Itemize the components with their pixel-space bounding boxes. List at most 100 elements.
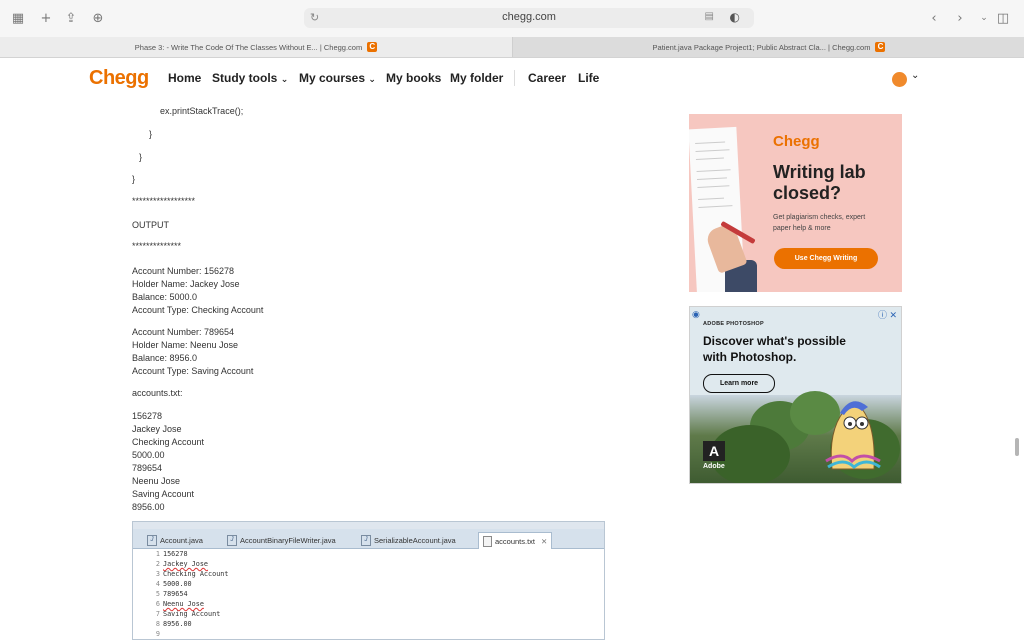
line-number: 3 <box>155 570 160 578</box>
chevron-down-icon[interactable]: ⌄ <box>976 10 992 26</box>
line-text: Saving Account <box>163 610 221 618</box>
nav-my-books[interactable]: My books <box>386 71 441 85</box>
line-text: 156278 <box>163 550 188 558</box>
file-line: 156278 <box>132 411 163 421</box>
nav-label: My courses <box>299 71 366 85</box>
ad-subtext: Get plagiarism checks, expert paper help… <box>773 214 866 232</box>
browser-tab-1[interactable]: Phase 3: - Write The Code Of The Classes… <box>0 37 512 57</box>
sidebar-icon[interactable]: ◫ <box>995 10 1011 26</box>
chegg-logo[interactable]: Chegg <box>89 67 149 90</box>
editor-tab[interactable]: J SerializableAccount.java <box>357 532 460 548</box>
editor-line: 6 Neenu Jose <box>133 599 604 609</box>
site-nav: Chegg Home Study tools ⌄ My courses ⌄ My… <box>0 58 1012 98</box>
ide-screenshot: J Account.java J AccountBinaryFileWriter.j… <box>132 521 605 640</box>
chevron-down-icon: ⌄ <box>368 75 376 85</box>
file-line: 5000.00 <box>132 450 165 460</box>
line-number: 6 <box>155 600 160 608</box>
adobe-photoshop-ad[interactable]: ◉ ⓘ ✕ ADOBE PHOTOSHOP Discover what's po… <box>689 306 902 484</box>
line-number: 4 <box>155 580 160 588</box>
nav-my-courses[interactable]: My courses ⌄ <box>299 71 376 85</box>
chevron-down-icon: ⌄ <box>280 75 289 85</box>
address-bar[interactable]: ↻ chegg.com ▤ ◐ <box>304 8 754 28</box>
ide-toolbar <box>133 522 604 529</box>
account-line: Holder Name: Neenu Jose <box>132 340 239 350</box>
file-line: Jackey Jose <box>132 424 182 434</box>
share-icon[interactable]: ⇪ <box>63 10 79 26</box>
file-line: Neenu Jose <box>132 476 181 486</box>
use-chegg-writing-button[interactable]: Use Chegg Writing <box>774 248 878 269</box>
tab-bar: Phase 3: - Write The Code Of The Classes… <box>0 37 1024 58</box>
account-line: Balance: 8956.0 <box>132 353 198 363</box>
java-file-icon: J <box>227 534 237 546</box>
code-brace: } <box>132 174 136 184</box>
line-number: 7 <box>155 610 160 618</box>
account-line: Balance: 5000.0 <box>132 292 198 302</box>
chegg-writing-ad[interactable]: Chegg Writing lab closed? Get plagiarism… <box>689 114 902 292</box>
chegg-favicon-icon: C <box>875 42 886 52</box>
chegg-favicon-icon: C <box>367 42 378 52</box>
page-scrollbar[interactable] <box>1015 438 1019 456</box>
editor-tab[interactable]: J AccountBinaryFileWriter.java <box>223 532 340 548</box>
editor-line: 2 Jackey Jose <box>133 559 604 569</box>
file-line: 8956.00 <box>132 502 165 512</box>
nav-life[interactable]: Life <box>578 71 599 85</box>
file-line: Saving Account <box>132 489 195 499</box>
tab-title: Phase 3: - Write The Code Of The Classes… <box>134 42 363 52</box>
privacy-shield-icon[interactable]: ◐ <box>730 10 740 24</box>
file-contents: 156278 Jackey Jose Checking Account 5000… <box>132 410 204 514</box>
line-text: Neenu Jose <box>163 600 204 608</box>
line-text: 789654 <box>163 590 188 598</box>
text-file-icon <box>483 535 492 547</box>
new-tab-icon[interactable]: + <box>38 10 54 26</box>
account-block-1: Account Number: 156278 Holder Name: Jack… <box>132 265 263 317</box>
file-label: accounts.txt: <box>132 388 183 398</box>
editor-tab-label: Account.java <box>160 535 203 545</box>
reader-icon[interactable]: ▤ <box>705 11 714 22</box>
editor-tab[interactable]: J Account.java <box>143 532 207 548</box>
chevron-down-icon[interactable]: ⌄ <box>911 70 919 81</box>
line-text: 5000.00 <box>163 580 192 588</box>
nav-my-folder[interactable]: My folder <box>450 71 503 85</box>
adobe-logo-icon: A <box>703 441 725 461</box>
editor-line: 1 156278 <box>133 549 604 559</box>
ide-editor[interactable]: 1 156278 2 Jackey Jose 3 Checking Account 4… <box>133 549 604 639</box>
forward-icon[interactable]: › <box>952 10 968 26</box>
editor-line: 8 8956.00 <box>133 619 604 629</box>
separator-stars: ****************** <box>132 196 196 206</box>
editor-tab-label: accounts.txt <box>495 536 536 546</box>
back-icon[interactable]: ‹ <box>926 10 942 26</box>
tab-overview-icon[interactable]: ▦ <box>10 10 26 26</box>
avatar[interactable] <box>892 72 907 87</box>
editor-line: 5 789654 <box>133 589 604 599</box>
code-brace: } <box>139 152 143 162</box>
editor-line: 4 5000.00 <box>133 579 604 589</box>
editor-line: 3 Checking Account <box>133 569 604 579</box>
editor-tab-active[interactable]: accounts.txt ✕ <box>478 532 553 549</box>
nav-home[interactable]: Home <box>168 71 201 85</box>
nav-career[interactable]: Career <box>528 71 566 85</box>
nav-label: Study tools <box>212 71 278 85</box>
editor-tab-label: AccountBinaryFileWriter.java <box>240 535 336 545</box>
mascot-illustration <box>825 401 881 470</box>
close-ad-icon[interactable]: ⓘ ✕ <box>878 308 897 321</box>
adchoices-icon[interactable]: ◉ <box>692 309 700 320</box>
line-number: 2 <box>155 560 160 568</box>
nav-divider <box>514 70 515 86</box>
editor-line: 7 Saving Account <box>133 609 604 619</box>
close-tab-icon[interactable]: ✕ <box>541 537 547 546</box>
browser-tab-2[interactable]: Patient.java Package Project1; Public Ab… <box>512 37 1024 57</box>
browser-toolbar: ▦ + ⇪ ⊕ ↻ chegg.com ▤ ◐ ‹ › ⌄ ◫ <box>0 0 1024 37</box>
code-line: ex.printStackTrace(); <box>160 106 244 116</box>
editor-tab-label: SerializableAccount.java <box>374 535 456 545</box>
account-line: Account Number: 156278 <box>132 266 235 276</box>
ad-brand: Adobe <box>703 463 725 470</box>
learn-more-button[interactable]: Learn more <box>703 374 775 393</box>
ide-editor-tabs: J Account.java J AccountBinaryFileWriter.j… <box>133 529 604 549</box>
ad-headline: Discover what's possible with Photoshop. <box>703 334 846 364</box>
separator-stars: ************** <box>132 241 182 251</box>
url-text: chegg.com <box>502 11 556 23</box>
download-icon[interactable]: ⊕ <box>90 10 106 26</box>
nav-study-tools[interactable]: Study tools ⌄ <box>212 71 288 85</box>
account-line: Account Type: Saving Account <box>132 366 254 376</box>
java-file-icon: J <box>361 534 371 546</box>
